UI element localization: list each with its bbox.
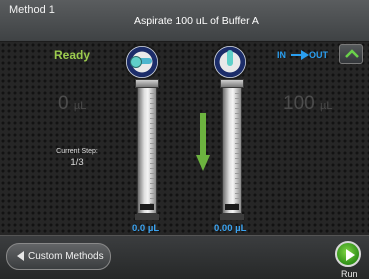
syringe-pump-screen: Method 1 Aspirate 100 uL of Buffer A Rea… [0, 0, 369, 279]
valve-right[interactable] [212, 44, 248, 80]
syringe-scale [235, 93, 239, 208]
current-step-label: Current Step: [56, 148, 98, 155]
custom-methods-label: Custom Methods [28, 251, 104, 262]
syringe-plunger [225, 204, 239, 210]
left-volume-value: 0 [58, 93, 69, 114]
collapse-panel-button[interactable] [339, 44, 363, 64]
syringe-right-amount: 0.00 µL [214, 223, 247, 234]
current-step-value: 1/3 [70, 157, 84, 168]
run-button[interactable] [335, 241, 361, 267]
syringe-base [220, 214, 244, 220]
header-bar: Method 1 Aspirate 100 uL of Buffer A [0, 0, 369, 42]
syringe-left-amount: 0.0 µL [132, 223, 160, 234]
right-volume-value: 100 [283, 93, 315, 114]
flow-in-label: IN [277, 50, 286, 60]
syringe-right [220, 79, 244, 214]
syringe-flange [135, 79, 159, 88]
arrow-down-icon [196, 113, 210, 171]
method-name: Method 1 [9, 4, 55, 16]
arrow-right-icon [291, 50, 309, 60]
custom-methods-button[interactable]: Custom Methods [6, 243, 111, 270]
left-volume-display: 0 µL [58, 93, 86, 115]
step-title: Aspirate 100 uL of Buffer A [134, 15, 259, 27]
syringe-flange [220, 79, 244, 88]
right-volume-display: 100 µL [283, 93, 332, 115]
syringe-scale [150, 93, 154, 208]
valve-channel [227, 50, 233, 66]
chevron-up-icon [345, 49, 359, 58]
triangle-left-icon [17, 251, 24, 261]
syringe-plunger [140, 204, 154, 210]
play-icon [346, 249, 355, 261]
right-volume-unit: µL [319, 100, 333, 112]
flow-out-label: OUT [309, 50, 328, 60]
valve-port [130, 56, 142, 68]
left-volume-unit: µL [73, 100, 87, 112]
syringe-base [135, 214, 159, 220]
run-label: Run [341, 269, 358, 279]
valve-left[interactable] [124, 44, 160, 80]
status-label: Ready [54, 48, 91, 62]
syringe-left [135, 79, 159, 214]
